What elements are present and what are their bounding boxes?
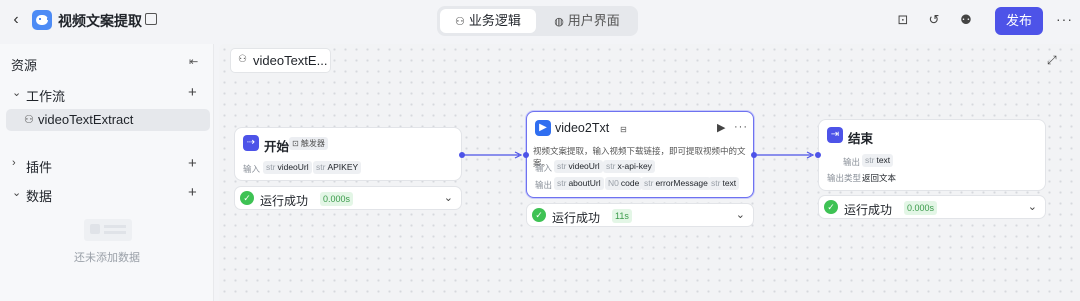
history-icon[interactable]: ↺ (927, 13, 941, 27)
sidebar-item-videotextextract[interactable]: ⚇ videoTextExtract (6, 109, 210, 131)
trigger-badge: ⊡ 触发器 (289, 137, 328, 150)
end-input-port[interactable] (815, 152, 821, 158)
end-icon: ⇥ (827, 127, 843, 143)
output-tag: str aboutUrl (554, 177, 604, 190)
app-title: 视频文案提取 (58, 13, 142, 29)
add-plugin-icon[interactable]: + (188, 155, 197, 172)
sidebar-section-data[interactable]: ⌄ 数据 + (0, 183, 214, 205)
workflow-icon: ⚇ (24, 114, 34, 126)
input-tag: str videoUrl (263, 161, 312, 174)
video-input-port[interactable] (523, 152, 529, 158)
users-icon[interactable]: ⚉ (959, 13, 973, 27)
add-workflow-icon[interactable]: + (188, 84, 197, 101)
node-video2txt[interactable]: ▶ video2Txt ⊟ ▶ ··· 视频文案提取，输入视频下载链接，即可提取… (526, 111, 754, 198)
start-status-bar[interactable]: ✓ 运行成功 0.000s ⌄ (234, 186, 462, 210)
flow-icon: ⚇ (455, 16, 465, 28)
start-icon: ⇢ (243, 135, 259, 151)
check-icon: ✓ (240, 191, 254, 205)
plugin-icon: ⊟ (620, 125, 627, 134)
upload-icon[interactable]: ⊡ (896, 13, 910, 27)
chevron-right-icon: › (12, 157, 16, 169)
start-output-port[interactable] (459, 152, 465, 158)
video-icon: ▶ (535, 120, 551, 136)
empty-data-text: 还未添加数据 (74, 252, 140, 264)
output-tag: N0 code (605, 177, 643, 190)
chevron-down-icon[interactable]: ⌄ (736, 208, 745, 221)
view-tabs: ⚇ 业务逻辑 ◍ 用户界面 (437, 6, 638, 36)
sidebar-section-workflow[interactable]: ⌄ 工作流 + (0, 83, 214, 105)
chevron-down-icon[interactable]: ⌄ (1028, 200, 1037, 213)
collapse-sidebar-icon[interactable]: ⇤ (189, 55, 198, 68)
input-tag: str APIKEY (313, 161, 362, 174)
chevron-left-icon[interactable]: ‹ (8, 11, 24, 29)
run-icon[interactable]: ▶ (717, 121, 725, 134)
publish-button[interactable]: 发布 (995, 7, 1043, 35)
palette-icon: ◍ (554, 16, 564, 28)
resource-sidebar: 资源 ⇤ ⌄ 工作流 + ⚇ videoTextExtract › 插件 + ⌄… (0, 44, 214, 301)
app-logo-icon (32, 10, 52, 30)
input-tag: str x-api-key (603, 160, 655, 173)
top-bar: ‹ 视频文案提取 ⚇ 业务逻辑 ◍ 用户界面 ⊡ ↺ ⚉ 发布 ··· (0, 0, 1080, 42)
add-data-icon[interactable]: + (188, 184, 197, 201)
video-output-port[interactable] (751, 152, 757, 158)
sidebar-section-plugins[interactable]: › 插件 + (0, 154, 214, 176)
node-start[interactable]: ⇢ 开始 ⊡ 触发器 输入 str videoUrl str APIKEY (234, 127, 462, 181)
sidebar-title: 资源 (11, 58, 38, 73)
edit-icon[interactable] (145, 13, 157, 25)
tab-user-interface[interactable]: ◍ 用户界面 (539, 9, 635, 33)
more-icon[interactable]: ··· (734, 121, 748, 133)
chevron-down-icon: ⌄ (12, 87, 22, 99)
output-tag: str errorMessage (641, 177, 711, 190)
check-icon: ✓ (532, 208, 546, 222)
empty-data-illustration (84, 219, 132, 241)
node-end[interactable]: ⇥ 结束 输出 str text 输出类型 返回文本 (818, 119, 1046, 191)
output-tag: str text (862, 154, 894, 167)
more-icon[interactable]: ··· (1056, 11, 1073, 27)
end-status-bar[interactable]: ✓ 运行成功 0.000s ⌄ (818, 195, 1046, 219)
chevron-down-icon[interactable]: ⌄ (444, 191, 453, 204)
tab-business-logic[interactable]: ⚇ 业务逻辑 (440, 9, 536, 33)
input-tag: str videoUrl (554, 160, 603, 173)
chevron-down-icon: ⌄ (12, 187, 22, 199)
video-status-bar[interactable]: ✓ 运行成功 11s ⌄ (526, 203, 754, 227)
output-tag: str text (708, 177, 740, 190)
workflow-canvas[interactable]: ⚇ videoTextE... ⤢ ⇢ 开始 ⊡ 触发器 输入 str video… (219, 44, 1080, 301)
check-icon: ✓ (824, 200, 838, 214)
